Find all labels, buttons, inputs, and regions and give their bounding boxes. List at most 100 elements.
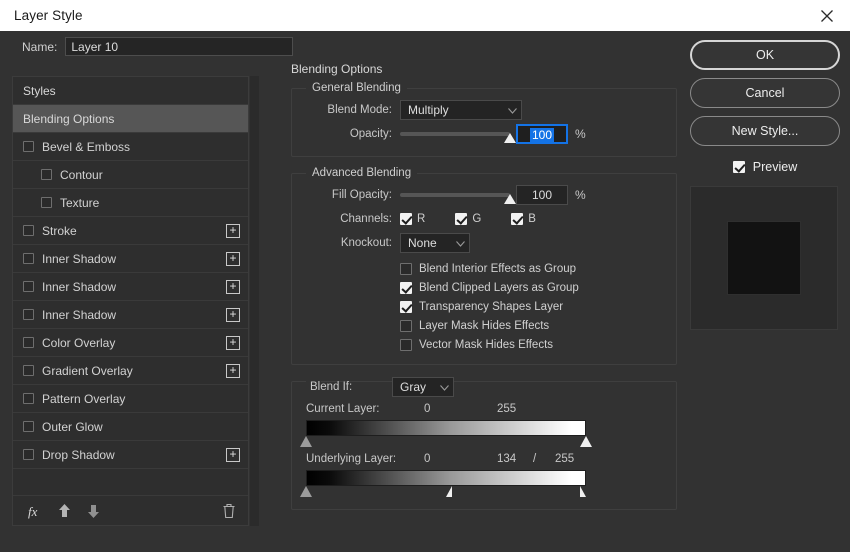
fill-opacity-row: Fill Opacity: 100 %	[302, 183, 666, 207]
option-label: Layer Mask Hides Effects	[419, 319, 550, 332]
arrow-down-icon[interactable]	[86, 503, 101, 519]
effect-enable-checkbox[interactable]	[23, 421, 34, 432]
sidebar-item-inner-shadow[interactable]: Inner Shadow +	[13, 273, 248, 301]
advanced-blending-legend: Advanced Blending	[312, 167, 412, 179]
cancel-button[interactable]: Cancel	[690, 78, 840, 108]
option-checkbox[interactable]	[400, 338, 412, 351]
sidebar-item-pattern-overlay[interactable]: Pattern Overlay	[13, 385, 248, 413]
preview-thumbnail	[690, 186, 838, 330]
sidebar-item-drop-shadow[interactable]: Drop Shadow +	[13, 441, 248, 469]
knockout-row: Knockout: None	[302, 231, 666, 255]
title-bar: Layer Style	[0, 0, 850, 31]
add-effect-button[interactable]: +	[226, 251, 240, 266]
effect-enable-checkbox[interactable]	[23, 225, 34, 236]
fill-opacity-label: Fill Opacity:	[331, 189, 392, 201]
layer-name-input[interactable]	[65, 37, 294, 56]
option-label: Blend Clipped Layers as Group	[419, 281, 579, 294]
add-effect-button[interactable]: +	[226, 447, 240, 462]
opacity-value: 100	[529, 128, 555, 142]
channels-row: Channels: R G B	[302, 207, 666, 231]
effect-enable-checkbox[interactable]	[23, 309, 34, 320]
add-effect-button[interactable]: +	[226, 223, 240, 238]
underlying-layer-split-handle[interactable]	[445, 486, 452, 497]
opacity-slider[interactable]	[400, 124, 516, 144]
blend-mode-label: Blend Mode:	[327, 104, 392, 116]
add-effect-button[interactable]: +	[226, 279, 240, 294]
current-layer-handles	[300, 436, 594, 449]
fill-opacity-input[interactable]: 100	[516, 185, 568, 205]
channel-b: B	[511, 213, 558, 225]
sidebar-item-blending-options[interactable]: Blending Options	[13, 105, 248, 133]
option-checkbox[interactable]	[400, 319, 412, 332]
underlying-layer-values: Underlying Layer: 0 134 / 255	[302, 453, 666, 470]
channel-g-checkbox[interactable]	[455, 213, 468, 225]
channel-r-checkbox[interactable]	[400, 213, 412, 225]
current-layer-black-handle[interactable]	[300, 436, 312, 447]
effect-enable-checkbox[interactable]	[41, 169, 52, 180]
effect-enable-checkbox[interactable]	[41, 197, 52, 208]
option-blend-interior-effects-as-group[interactable]: Blend Interior Effects as Group	[400, 259, 666, 278]
option-layer-mask-hides-effects[interactable]: Layer Mask Hides Effects	[400, 316, 666, 335]
sidebar-item-outer-glow[interactable]: Outer Glow	[13, 413, 248, 441]
fill-opacity-slider-thumb[interactable]	[504, 194, 516, 204]
layer-style-dialog: Layer Style Name: Styles Blending Options…	[0, 0, 850, 552]
sidebar-item-gradient-overlay[interactable]: Gradient Overlay +	[13, 357, 248, 385]
channel-b-label: B	[528, 213, 536, 225]
opacity-percent-label: %	[575, 127, 586, 141]
sidebar-item-label: Blending Options	[23, 111, 115, 126]
option-transparency-shapes-layer[interactable]: Transparency Shapes Layer	[400, 297, 666, 316]
sidebar-item-stroke[interactable]: Stroke +	[13, 217, 248, 245]
option-checkbox[interactable]	[400, 300, 412, 313]
fx-icon[interactable]: fx	[27, 503, 43, 519]
blend-if-channel-select[interactable]: Gray	[392, 377, 454, 397]
channel-g: G	[455, 213, 503, 225]
new-style-button[interactable]: New Style...	[690, 116, 840, 146]
sidebar-scrollbar[interactable]	[250, 76, 259, 526]
sidebar-item-contour[interactable]: Contour	[13, 161, 248, 189]
sidebar-item-texture[interactable]: Texture	[13, 189, 248, 217]
arrow-up-icon[interactable]	[57, 503, 72, 519]
current-layer-white-handle[interactable]	[580, 436, 592, 447]
option-vector-mask-hides-effects[interactable]: Vector Mask Hides Effects	[400, 335, 666, 354]
effect-enable-checkbox[interactable]	[23, 253, 34, 264]
sidebar-item-label: Outer Glow	[42, 419, 103, 434]
sidebar-item-inner-shadow[interactable]: Inner Shadow +	[13, 301, 248, 329]
sidebar-toolbar: fx	[13, 495, 248, 525]
close-button[interactable]	[804, 0, 850, 31]
effect-enable-checkbox[interactable]	[23, 365, 34, 376]
sidebar-item-inner-shadow[interactable]: Inner Shadow +	[13, 245, 248, 273]
opacity-slider-thumb[interactable]	[504, 133, 516, 143]
trash-icon[interactable]	[222, 503, 236, 519]
underlying-layer-black-handle[interactable]	[300, 486, 312, 497]
option-checkbox[interactable]	[400, 262, 412, 275]
channel-b-checkbox[interactable]	[511, 213, 524, 225]
ok-button[interactable]: OK	[690, 40, 840, 70]
sidebar-item-color-overlay[interactable]: Color Overlay +	[13, 329, 248, 357]
knockout-select[interactable]: None	[400, 233, 470, 253]
sidebar-item-label: Color Overlay	[42, 335, 116, 350]
effect-enable-checkbox[interactable]	[23, 337, 34, 348]
underlying-layer-white-handle[interactable]	[580, 486, 586, 497]
fill-opacity-value: 100	[531, 188, 553, 202]
effect-enable-checkbox[interactable]	[23, 393, 34, 404]
effect-enable-checkbox[interactable]	[23, 449, 34, 460]
fill-opacity-slider[interactable]	[400, 185, 516, 205]
chevron-down-icon	[432, 380, 449, 394]
opacity-row: Opacity: 100 %	[302, 122, 666, 146]
sidebar-item-bevel-emboss[interactable]: Bevel & Emboss	[13, 133, 248, 161]
channels-label: Channels:	[340, 213, 392, 225]
sidebar-item-styles[interactable]: Styles	[13, 77, 248, 105]
underlying-layer-separator: /	[533, 453, 537, 465]
opacity-input[interactable]: 100	[516, 124, 568, 144]
channel-r: R	[400, 213, 447, 225]
add-effect-button[interactable]: +	[226, 307, 240, 322]
add-effect-button[interactable]: +	[226, 363, 240, 378]
effect-enable-checkbox[interactable]	[23, 141, 34, 152]
blend-mode-select[interactable]: Multiply	[400, 100, 522, 120]
preview-checkbox[interactable]	[732, 161, 745, 173]
option-blend-clipped-layers-as-group[interactable]: Blend Clipped Layers as Group	[400, 278, 666, 297]
effect-enable-checkbox[interactable]	[23, 281, 34, 292]
option-checkbox[interactable]	[400, 281, 412, 294]
sidebar-item-label: Gradient Overlay	[42, 363, 133, 378]
add-effect-button[interactable]: +	[226, 335, 240, 350]
